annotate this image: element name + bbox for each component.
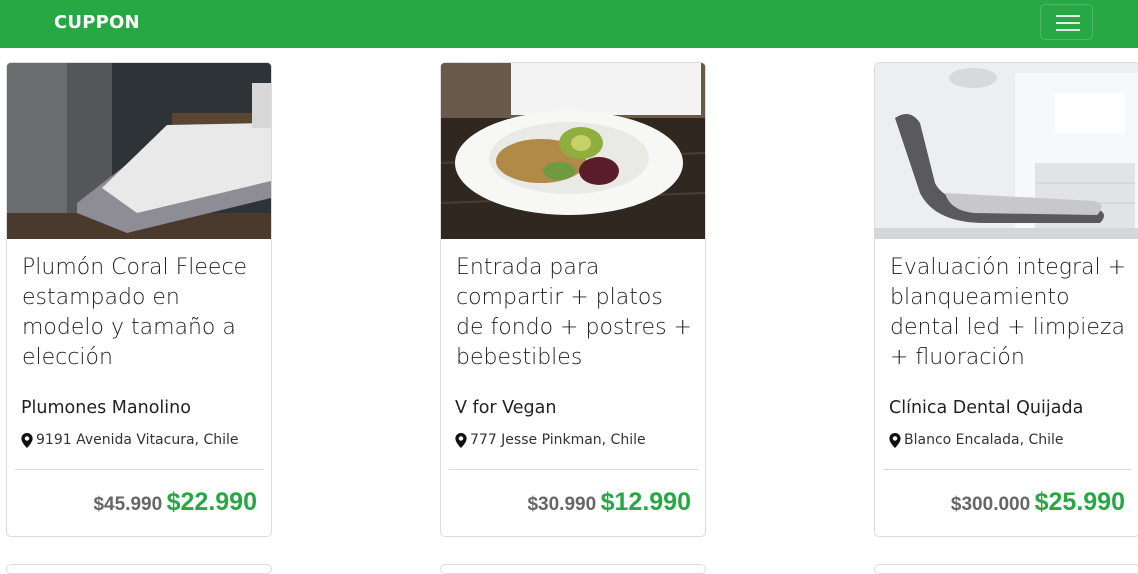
deal-image[interactable] — [7, 63, 271, 239]
brand-logo[interactable]: CUPPON — [54, 12, 140, 33]
price-block: $45.990 $22.990 — [93, 488, 257, 517]
merchant-name: Clínica Dental Quijada — [889, 398, 1084, 418]
deal-image[interactable] — [441, 63, 705, 239]
merchant-name: V for Vegan — [455, 398, 557, 418]
deal-card-partial[interactable] — [6, 564, 272, 574]
deal-card[interactable]: Plumón Coral Fleece estampado en modelo … — [6, 62, 272, 537]
map-marker-icon — [21, 432, 33, 448]
address: 777 Jesse Pinkman, Chile — [455, 432, 646, 448]
price-block: $30.990 $12.990 — [527, 488, 691, 517]
map-marker-icon — [889, 432, 901, 448]
discount-price: $22.990 — [166, 488, 257, 516]
deal-title[interactable]: Evaluación integral + blanqueamiento den… — [890, 253, 1130, 373]
deal-title[interactable]: Entrada para compartir + platos de fondo… — [456, 253, 696, 373]
map-marker-icon — [455, 432, 467, 448]
deal-card-partial[interactable] — [874, 564, 1138, 574]
address: 9191 Avenida Vitacura, Chile — [21, 432, 239, 448]
discount-price: $25.990 — [1034, 488, 1125, 516]
deal-title[interactable]: Plumón Coral Fleece estampado en modelo … — [22, 253, 262, 373]
original-price: $300.000 — [950, 494, 1031, 515]
address-text: 777 Jesse Pinkman, Chile — [470, 432, 646, 448]
original-price: $30.990 — [527, 494, 597, 515]
deal-card[interactable]: Entrada para compartir + platos de fondo… — [440, 62, 706, 537]
original-price: $45.990 — [93, 494, 163, 515]
deal-card-partial[interactable] — [440, 564, 706, 574]
deal-card[interactable]: Evaluación integral + blanqueamiento den… — [874, 62, 1138, 537]
menu-toggle-button[interactable] — [1040, 4, 1093, 40]
divider — [449, 469, 698, 470]
hamburger-menu-icon — [1056, 15, 1080, 17]
address-text: 9191 Avenida Vitacura, Chile — [36, 432, 239, 448]
navbar: CUPPON — [0, 0, 1138, 48]
price-block: $300.000 $25.990 — [951, 488, 1125, 517]
divider — [883, 469, 1132, 470]
discount-price: $12.990 — [600, 488, 691, 516]
merchant-name: Plumones Manolino — [21, 398, 191, 418]
divider — [15, 469, 264, 470]
address-text: Blanco Encalada, Chile — [904, 432, 1064, 448]
address: Blanco Encalada, Chile — [889, 432, 1064, 448]
deal-image[interactable] — [875, 63, 1138, 239]
